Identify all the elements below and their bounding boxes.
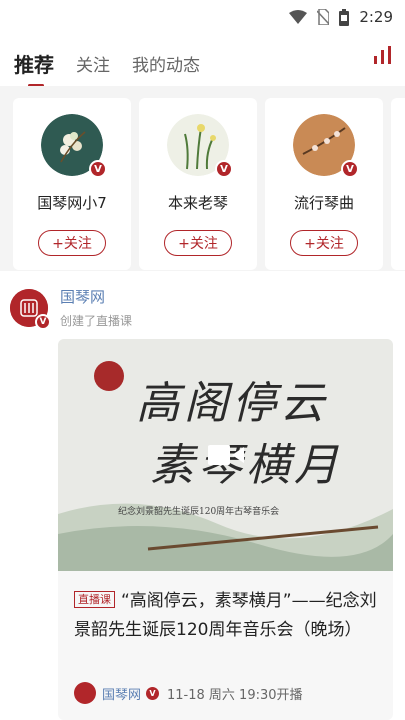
verified-badge: V xyxy=(215,160,233,178)
post-title-block: 直播课 “高阁停云，素琴横月”——纪念刘景韶先生诞辰120周年音乐会（晚场） xyxy=(74,587,379,645)
follow-button[interactable]: +关注 xyxy=(290,230,358,256)
live-course-card[interactable]: 高阁停云 素琴横月 纪念刘景韶先生诞辰120周年古琴音乐会 直播课 “高阁停云，素… xyxy=(58,339,393,720)
recommend-card[interactable]: V 本来老琴 +关注 xyxy=(139,98,257,270)
recommend-card-partial[interactable] xyxy=(391,98,405,270)
battery-icon xyxy=(339,8,350,26)
post-meta: 国琴网 V 11-18 周六 19:30开播 xyxy=(74,682,303,704)
author-name[interactable]: 国琴网 xyxy=(60,286,105,307)
account-name: 国琴网小7 xyxy=(37,194,107,212)
no-sim-icon xyxy=(317,9,330,25)
account-name: 本来老琴 xyxy=(167,194,228,212)
cover-image[interactable]: 高阁停云 素琴横月 纪念刘景韶先生诞辰120周年古琴音乐会 xyxy=(58,339,393,571)
top-navigation: 推荐 关注 我的动态 xyxy=(0,34,405,87)
verified-badge: V xyxy=(35,314,51,330)
post-title[interactable]: “高阁停云，素琴横月”——纪念刘景韶先生诞辰120周年音乐会（晚场） xyxy=(74,591,377,640)
account-name: 流行琴曲 xyxy=(293,194,354,212)
follow-button[interactable]: +关注 xyxy=(38,230,106,256)
wifi-icon xyxy=(289,10,308,24)
follow-button[interactable]: +关注 xyxy=(164,230,232,256)
author-avatar[interactable]: V xyxy=(10,289,51,330)
verified-badge: V xyxy=(341,160,359,178)
tab-recommend[interactable]: 推荐 xyxy=(14,43,54,87)
recommended-accounts-strip: V 国琴网小7 +关注 V 本来老琴 +关注 V 流行琴曲 +关注 xyxy=(0,86,405,271)
verified-badge: V xyxy=(89,160,107,178)
cover-title-line1: 高阁停云 xyxy=(136,378,328,429)
cover-title-line2: 素琴横月 xyxy=(150,440,342,491)
mini-avatar xyxy=(74,682,96,704)
recommend-card[interactable]: V 国琴网小7 +关注 xyxy=(13,98,131,270)
recommend-card[interactable]: V 流行琴曲 +关注 xyxy=(265,98,383,270)
status-bar: 2:29 xyxy=(0,0,405,34)
clock: 2:29 xyxy=(359,8,393,26)
verified-badge: V xyxy=(146,686,160,700)
cover-subtitle: 纪念刘景韶先生诞辰120周年古琴音乐会 xyxy=(118,507,280,517)
tab-following[interactable]: 关注 xyxy=(76,45,110,76)
cover-logo xyxy=(94,361,124,391)
meta-time: 11-18 周六 19:30开播 xyxy=(167,687,303,703)
ranking-chart-icon[interactable] xyxy=(373,46,393,64)
feed-item: V 国琴网 创建了直播课 高阁停云 素琴横月 纪念刘景韶先生诞辰120周年古琴音… xyxy=(0,271,405,720)
live-course-tag: 直播课 xyxy=(74,591,115,608)
author-action: 创建了直播课 xyxy=(60,314,133,328)
meta-author[interactable]: 国琴网 xyxy=(102,684,141,703)
video-camera-icon xyxy=(208,445,244,465)
tab-my-activity[interactable]: 我的动态 xyxy=(132,45,200,76)
